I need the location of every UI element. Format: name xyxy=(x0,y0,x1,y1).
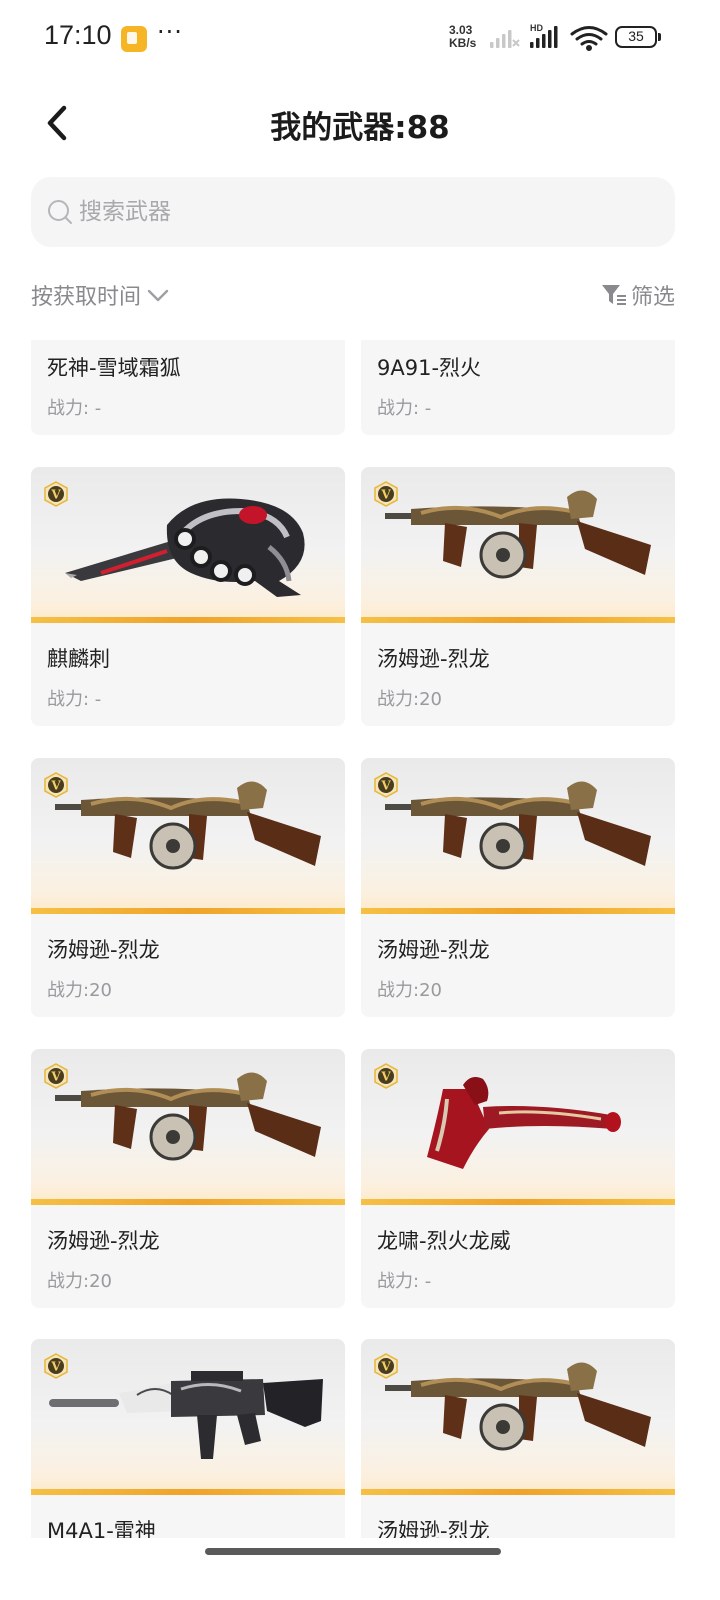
weapon-image: V xyxy=(31,758,345,914)
battery-icon: 35 xyxy=(615,26,661,48)
weapon-name: 龙啸-烈火龙威 xyxy=(377,1229,511,1253)
filter-icon xyxy=(601,285,626,305)
filter-label: 筛选 xyxy=(630,285,675,310)
page-title: 我的武器:88 xyxy=(270,110,450,146)
network-hd-label: HD xyxy=(530,23,543,33)
weapon-card[interactable]: V 麒麟刺 战力: - xyxy=(31,467,345,726)
m4a1-thunder-art xyxy=(49,1371,323,1459)
knuckle-blade-art xyxy=(65,498,305,597)
weapon-image: V xyxy=(361,1339,675,1495)
thompson-dragon-art xyxy=(55,1072,321,1161)
weapon-image: V xyxy=(361,758,675,914)
thompson-dragon-art xyxy=(385,490,651,579)
weapon-name: M4A1-雷神 xyxy=(47,1519,156,1538)
status-time: 17:10 xyxy=(44,20,112,50)
more-notifications-icon: ··· xyxy=(157,18,183,46)
weapon-power: 战力: - xyxy=(377,398,432,419)
chevron-down-icon xyxy=(147,289,169,302)
thompson-dragon-art xyxy=(385,1362,651,1451)
weapon-name: 死神-雪域霜狐 xyxy=(47,356,181,380)
status-bar: 17:10 ··· 3.03 KB/s HD 35 xyxy=(0,0,720,76)
signal-empty-icon xyxy=(490,30,512,48)
home-indicator[interactable] xyxy=(205,1548,501,1555)
weapon-power: 战力:20 xyxy=(377,980,442,1001)
weapon-name: 麒麟刺 xyxy=(47,647,110,671)
weapon-card[interactable]: V 汤姆逊-烈龙 xyxy=(361,1339,675,1538)
notes-app-icon xyxy=(121,26,147,52)
weapon-power: 战力:20 xyxy=(47,980,112,1001)
weapon-power: 战力:20 xyxy=(377,689,442,710)
search-icon xyxy=(48,200,72,224)
weapon-name: 汤姆逊-烈龙 xyxy=(47,1229,160,1253)
weapon-power: 战力:20 xyxy=(47,1271,112,1292)
weapon-card[interactable]: 死神-雪域霜狐 战力: - xyxy=(31,340,345,435)
weapon-card[interactable]: V 汤姆逊-烈龙 战力:20 xyxy=(31,1049,345,1308)
weapon-power: 战力: - xyxy=(377,1271,432,1292)
weapon-image: V xyxy=(361,467,675,623)
signal-wifi-icons: HD xyxy=(490,23,608,51)
search-input[interactable] xyxy=(79,177,659,247)
weapon-name: 汤姆逊-烈龙 xyxy=(47,938,160,962)
filter-button[interactable]: 筛选 xyxy=(601,279,675,311)
weapon-name: 汤姆逊-烈龙 xyxy=(377,647,490,671)
sort-filter-bar: 按获取时间 筛选 xyxy=(31,275,675,315)
search-bar[interactable] xyxy=(31,177,675,247)
weapon-grid: 死神-雪域霜狐 战力: - 9A91-烈火 战力: - V 麒麟刺 战力: - … xyxy=(0,340,720,1538)
weapon-card[interactable]: V 龙啸-烈火龙威 战力: - xyxy=(361,1049,675,1308)
network-speed: 3.03 KB/s xyxy=(449,24,476,50)
thompson-dragon-art xyxy=(385,781,651,870)
weapon-power: 战力: - xyxy=(47,398,102,419)
weapon-card[interactable]: V 汤姆逊-烈龙 战力:20 xyxy=(31,758,345,1017)
page-header: 我的武器:88 xyxy=(0,90,720,156)
weapon-card[interactable]: V 汤姆逊-烈龙 战力:20 xyxy=(361,758,675,1017)
network-speed-unit: KB/s xyxy=(449,36,477,50)
weapon-name: 汤姆逊-烈龙 xyxy=(377,938,490,962)
weapon-card[interactable]: V 汤姆逊-烈龙 战力:20 xyxy=(361,467,675,726)
weapon-image: V xyxy=(31,467,345,623)
weapon-image: V xyxy=(361,1049,675,1205)
weapon-name: 汤姆逊-烈龙 xyxy=(377,1519,490,1538)
sort-label: 按获取时间 xyxy=(31,285,142,310)
thompson-dragon-art xyxy=(55,781,321,870)
weapon-card[interactable]: V M4A1-雷神 xyxy=(31,1339,345,1538)
weapon-name: 9A91-烈火 xyxy=(377,356,482,380)
weapon-image: V xyxy=(31,1049,345,1205)
weapon-power: 战力: - xyxy=(47,689,102,710)
dragon-axe-art xyxy=(427,1077,621,1169)
weapon-card[interactable]: 9A91-烈火 战力: - xyxy=(361,340,675,435)
weapon-image: V xyxy=(31,1339,345,1495)
wifi-icon xyxy=(570,26,608,51)
sort-dropdown[interactable]: 按获取时间 xyxy=(31,279,171,311)
signal-x-icon xyxy=(512,39,520,47)
